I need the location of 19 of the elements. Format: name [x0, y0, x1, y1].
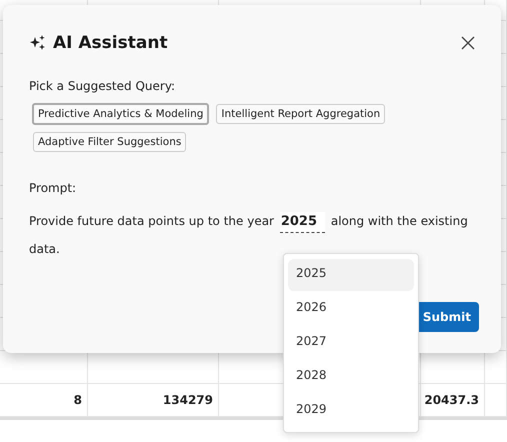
dialog-title: AI Assistant [53, 33, 168, 53]
suggestion-chip[interactable]: Intelligent Report Aggregation [216, 104, 386, 124]
year-option[interactable]: 2029 [288, 395, 414, 427]
table-cell: 134279 [88, 384, 219, 416]
prompt-label: Prompt: [29, 181, 78, 195]
year-option[interactable]: 2026 [288, 293, 414, 325]
table-cell: 20437.3 [421, 384, 485, 416]
suggested-query-label: Pick a Suggested Query: [29, 79, 176, 93]
year-option[interactable]: 2025 [288, 259, 414, 291]
suggestion-chip[interactable]: Predictive Analytics & Modeling [32, 103, 210, 125]
close-button[interactable] [459, 34, 477, 52]
year-dropdown[interactable]: 2025 [280, 212, 326, 233]
table-cell: 8 [0, 384, 88, 416]
suggestion-chip[interactable]: Adaptive Filter Suggestions [33, 132, 186, 152]
sparkle-icon [29, 34, 47, 52]
year-option[interactable]: 2027 [288, 327, 414, 359]
year-option[interactable]: 2028 [288, 361, 414, 393]
prompt-text: Provide future data points up to the year 2025 along with the existing data. [29, 211, 469, 258]
close-icon [461, 36, 475, 50]
